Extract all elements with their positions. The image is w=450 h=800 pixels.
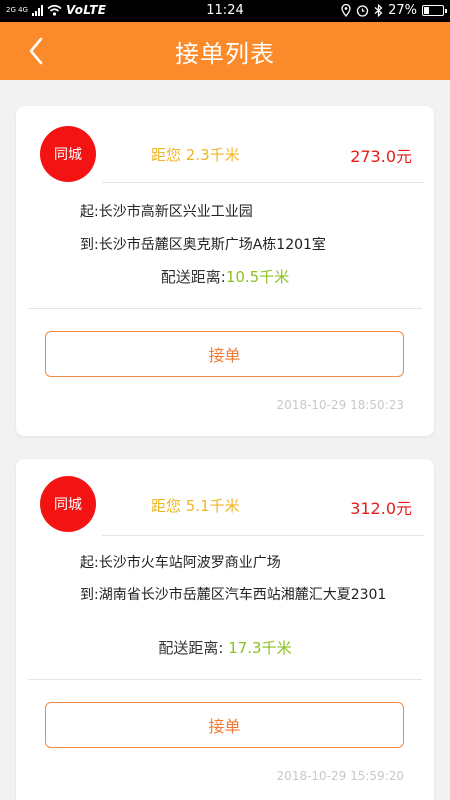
delivery-distance-value: 10.5千米 [225, 268, 290, 286]
accept-order-button[interactable]: 接单 [45, 331, 404, 377]
header-bar: 接单列表 [0, 22, 450, 80]
header-divider [102, 182, 424, 183]
delivery-distance-value: 17.3千米 [228, 639, 292, 657]
bluetooth-icon [374, 4, 383, 17]
battery-percent: 27% [388, 3, 417, 18]
status-bar: 2G 4G VoLTE 11:24 27% [0, 0, 450, 22]
order-timestamp: 2018-10-29 15:59:20 [276, 769, 404, 783]
battery-icon [422, 5, 447, 16]
distance-to-you: 距您 5.1千米 [151, 497, 240, 515]
pickup-address: 起:长沙市火车站阿波罗商业广场 [80, 555, 281, 571]
city-badge: 同城 [40, 476, 96, 532]
accept-order-button[interactable]: 接单 [45, 702, 404, 748]
delivery-distance-row: 配送距离: 17.3千米 [16, 637, 434, 658]
order-price: 312.0元 [350, 499, 412, 518]
alarm-icon [356, 5, 369, 17]
battery-level [424, 7, 429, 14]
location-icon [341, 4, 351, 17]
dropoff-address: 到:湖南省长沙市岳麓区汽车西站湘麓汇大夏2301 [80, 587, 387, 603]
pickup-address: 起:长沙市高新区兴业工业园 [80, 204, 253, 220]
distance-to-you: 距您 2.3千米 [151, 146, 240, 164]
page-title: 接单列表 [175, 40, 275, 68]
order-card: 同城 距您 2.3千米 273.0元 起:长沙市高新区兴业工业园 到:长沙市岳麓… [16, 106, 434, 436]
order-price: 273.0元 [350, 147, 412, 166]
card-divider [28, 308, 422, 309]
order-card: 同城 距您 5.1千米 312.0元 起:长沙市火车站阿波罗商业广场 到:湖南省… [16, 459, 434, 800]
delivery-distance-row: 配送距离:10.5千米 [16, 266, 434, 287]
status-right: 27% [341, 3, 447, 18]
delivery-distance-label: 配送距离: [158, 639, 229, 657]
card-divider [28, 679, 422, 680]
order-timestamp: 2018-10-29 18:50:23 [276, 398, 404, 412]
header-divider [102, 535, 424, 536]
dropoff-address: 到:长沙市岳麓区奥克斯广场A栋1201室 [80, 237, 326, 253]
city-badge: 同城 [40, 126, 96, 182]
delivery-distance-label: 配送距离: [160, 268, 226, 286]
